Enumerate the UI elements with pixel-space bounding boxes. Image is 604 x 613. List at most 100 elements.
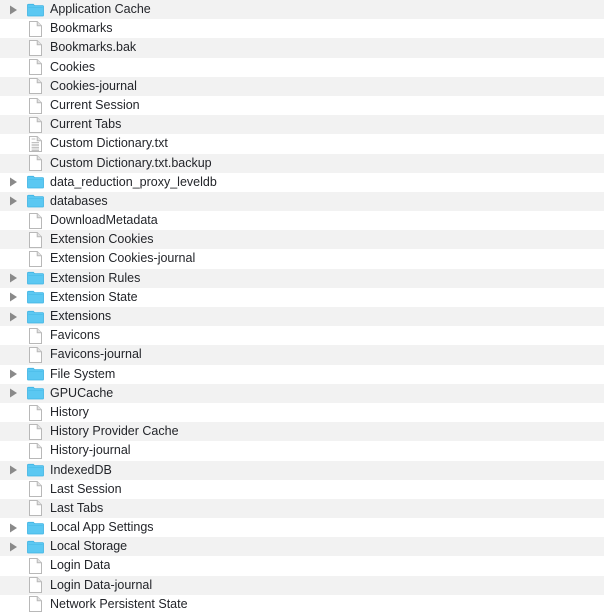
disclosure-triangle-right-icon [10, 292, 17, 302]
file-list-row[interactable]: IndexedDB [0, 460, 604, 480]
file-list-row-label: History Provider Cache [50, 424, 179, 439]
file-icon [29, 423, 42, 440]
file-list-row[interactable]: File System [0, 364, 604, 384]
file-list-row[interactable]: Bookmarks.bak [0, 38, 604, 58]
file-list-row-label: Extensions [50, 309, 112, 323]
file-list-row[interactable]: Local App Settings [0, 518, 604, 538]
disclosure-triangle-right-icon [10, 465, 17, 475]
file-list-row-label: History-journal [50, 443, 131, 458]
file-list-row-label: Extension Cookies [50, 232, 154, 247]
file-list-row[interactable]: Login Data-journal [0, 575, 604, 595]
disclosure-triangle-right-icon[interactable] [0, 288, 25, 307]
disclosure-triangle-right-icon[interactable] [0, 461, 25, 480]
file-list-row[interactable]: Application Cache [0, 0, 604, 20]
file-icon [25, 422, 46, 441]
file-list-row[interactable]: History Provider Cache [0, 422, 604, 442]
disclosure-spacer [0, 96, 25, 115]
file-icon [25, 211, 46, 230]
disclosure-triangle-right-icon[interactable] [0, 518, 25, 537]
disclosure-spacer [0, 38, 25, 57]
file-icon [29, 327, 42, 344]
file-list-row[interactable]: Local Storage [0, 537, 604, 557]
file-icon [29, 442, 42, 459]
file-list-row-label: File System [50, 366, 116, 381]
disclosure-spacer [0, 556, 25, 575]
file-list-row-label: Last Tabs [50, 500, 104, 515]
disclosure-triangle-right-icon[interactable] [0, 269, 25, 288]
folder-icon [27, 463, 44, 477]
file-list-row[interactable]: DownloadMetadata [0, 211, 604, 231]
file-list-row-label: Last Session [50, 481, 122, 496]
file-list-row[interactable]: Custom Dictionary.txt [0, 134, 604, 154]
file-list-row-label: data_reduction_proxy_leveldb [50, 174, 217, 189]
file-icon [29, 59, 42, 76]
disclosure-spacer [0, 326, 25, 345]
disclosure-triangle-right-icon[interactable] [0, 0, 25, 19]
file-icon [25, 96, 46, 115]
file-icon [25, 499, 46, 518]
file-list-row-label: Current Session [50, 97, 140, 112]
file-list-row[interactable]: Current Session [0, 95, 604, 116]
folder-icon [25, 384, 46, 403]
folder-icon [27, 368, 44, 381]
file-icon [25, 19, 46, 38]
file-list-row[interactable]: Extension State [0, 287, 604, 307]
file-list-row[interactable]: History [0, 402, 604, 423]
file-list-row-label: Custom Dictionary.txt [50, 136, 168, 151]
disclosure-triangle-right-icon[interactable] [0, 365, 25, 384]
folder-icon [27, 195, 44, 208]
file-list-row[interactable]: Cookies [0, 57, 604, 77]
disclosure-triangle-right-icon[interactable] [0, 307, 25, 326]
file-list-row-label: Current Tabs [50, 117, 122, 132]
disclosure-triangle-right-icon[interactable] [0, 537, 25, 556]
file-list-row[interactable]: Cookies-journal [0, 76, 604, 96]
file-list-row[interactable]: Extension Cookies [0, 230, 604, 250]
disclosure-spacer [0, 154, 25, 173]
file-list-row-label: DownloadMetadata [50, 213, 158, 228]
file-list-row-label: Login Data [50, 558, 111, 573]
file-icon [25, 58, 46, 77]
disclosure-triangle-right-icon[interactable] [0, 192, 25, 211]
folder-icon [25, 307, 46, 326]
folder-icon [27, 521, 44, 535]
file-list-row-label: Bookmarks.bak [50, 40, 137, 55]
folder-icon [25, 269, 46, 288]
folder-icon [27, 291, 44, 304]
file-list-row[interactable]: Extensions [0, 307, 604, 327]
file-list-row[interactable]: Favicons-journal [0, 345, 604, 365]
file-list-row[interactable]: Extension Cookies-journal [0, 249, 604, 269]
folder-icon [25, 518, 46, 537]
file-list-row[interactable]: Bookmarks [0, 19, 604, 39]
disclosure-spacer [0, 230, 25, 249]
disclosure-spacer [0, 480, 25, 499]
file-icon [29, 212, 42, 229]
disclosure-triangle-right-icon[interactable] [0, 384, 25, 403]
file-icon [29, 231, 42, 248]
file-list-row[interactable]: Current Tabs [0, 115, 604, 135]
file-icon [29, 97, 42, 114]
disclosure-triangle-right-icon[interactable] [0, 173, 25, 192]
folder-icon [27, 272, 44, 285]
file-list-row-label: Local App Settings [50, 520, 154, 535]
folder-icon [25, 365, 46, 384]
file-list-row[interactable]: Favicons [0, 326, 604, 346]
file-list-row[interactable]: Extension Rules [0, 268, 604, 288]
file-list-row-label: Application Cache [50, 2, 151, 16]
file-list-row-label: Bookmarks [50, 21, 113, 36]
file-list-row[interactable]: Last Tabs [0, 498, 604, 519]
file-list-row[interactable]: data_reduction_proxy_leveldb [0, 172, 604, 192]
file-list-row[interactable]: Last Session [0, 479, 604, 499]
file-list-row[interactable]: Login Data [0, 556, 604, 576]
disclosure-spacer [0, 403, 25, 422]
file-list[interactable]: Application Cache Bookmarks Bookmarks.bak C… [0, 0, 604, 613]
file-list-row-label: History [50, 404, 89, 419]
file-list-row-label: Cookies [50, 59, 96, 74]
file-list-row[interactable]: History-journal [0, 441, 604, 461]
file-icon [29, 558, 42, 575]
file-list-row[interactable]: databases [0, 191, 604, 212]
file-list-row[interactable]: Network Persistent State [0, 594, 604, 613]
disclosure-triangle-right-icon [10, 177, 17, 187]
file-list-row[interactable]: GPUCache [0, 383, 604, 403]
file-list-row[interactable]: Custom Dictionary.txt.backup [0, 153, 604, 173]
file-list-row-label: databases [50, 193, 108, 208]
